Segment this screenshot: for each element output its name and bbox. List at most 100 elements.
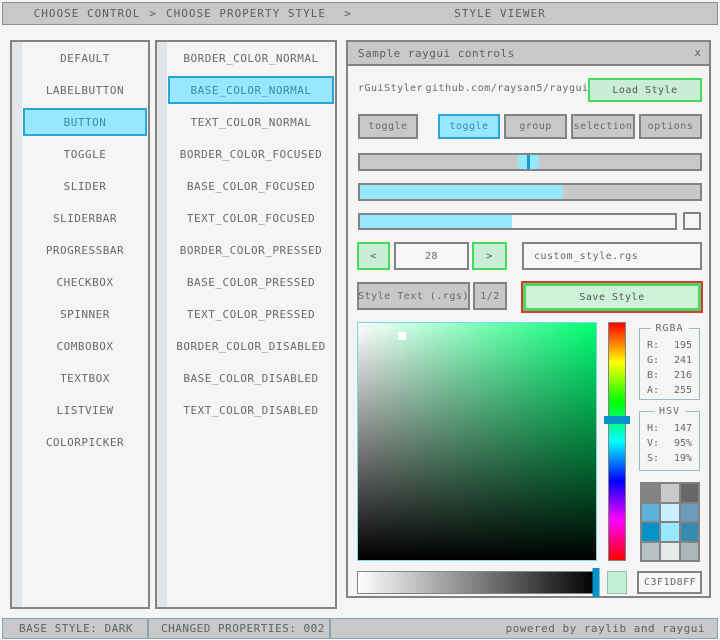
list-item[interactable]: LABELBUTTON bbox=[22, 74, 148, 106]
status-base-style: BASE STYLE: DARK bbox=[2, 618, 148, 639]
list-item[interactable]: TEXTBOX bbox=[22, 362, 148, 394]
current-color-swatch bbox=[607, 571, 627, 594]
page-indicator-button[interactable]: 1/2 bbox=[473, 282, 507, 310]
status-base-style-text: BASE STYLE: DARK bbox=[19, 622, 133, 635]
palette-cell bbox=[661, 543, 678, 561]
style-text-button[interactable]: Style Text (.rgs) bbox=[357, 282, 470, 310]
chevron-right-icon: > bbox=[149, 3, 157, 24]
spinner-increment-button[interactable]: > bbox=[472, 242, 507, 270]
controls-list: DEFAULT LABELBUTTON BUTTON TOGGLE SLIDER… bbox=[10, 40, 150, 609]
hsv-group-box: HSV H:147 V:95% S:19% bbox=[639, 411, 700, 471]
status-changed-text: CHANGED PROPERTIES: 002 bbox=[161, 622, 325, 635]
step-choose-property: CHOOSE PROPERTY STYLE bbox=[166, 3, 326, 24]
spinner-value[interactable]: 28 bbox=[394, 242, 469, 270]
list-item[interactable]: CHECKBOX bbox=[22, 266, 148, 298]
list-item[interactable]: TEXT_COLOR_NORMAL bbox=[167, 106, 335, 138]
color-picker-panel[interactable] bbox=[357, 322, 597, 561]
save-style-button[interactable]: Save Style bbox=[523, 283, 701, 311]
palette-cell bbox=[661, 484, 678, 502]
style-color-table bbox=[640, 482, 700, 562]
list-item[interactable]: BASE_COLOR_DISABLED bbox=[167, 362, 335, 394]
spinner-decrement-button[interactable]: < bbox=[357, 242, 390, 270]
palette-cell bbox=[642, 504, 659, 522]
hex-color-input[interactable]: C3F1D8FF bbox=[637, 571, 702, 594]
palette-cell bbox=[681, 484, 698, 502]
alpha-bar-handle[interactable] bbox=[593, 568, 600, 597]
list-item[interactable]: BASE_COLOR_PRESSED bbox=[167, 266, 335, 298]
list-item[interactable]: BASE_COLOR_FOCUSED bbox=[167, 170, 335, 202]
alpha-bar[interactable] bbox=[357, 571, 597, 594]
list-item[interactable]: SLIDER bbox=[22, 170, 148, 202]
scrollbar[interactable] bbox=[157, 42, 167, 607]
chevron-right-icon: > bbox=[344, 3, 352, 24]
slider-handle[interactable] bbox=[518, 155, 539, 169]
list-item[interactable]: TOGGLE bbox=[22, 138, 148, 170]
palette-cell bbox=[681, 523, 698, 541]
toggle-group-item[interactable]: group bbox=[504, 114, 567, 139]
hue-bar[interactable] bbox=[608, 322, 626, 561]
app-name-label: rGuiStyler bbox=[358, 83, 423, 94]
rgba-value: 241 bbox=[674, 353, 692, 368]
status-powered-text: powered by raylib and raygui bbox=[506, 622, 705, 635]
palette-cell bbox=[642, 484, 659, 502]
hsv-value: 19% bbox=[674, 451, 692, 466]
palette-cell bbox=[642, 523, 659, 541]
save-style-button-outline: Save Style bbox=[521, 281, 703, 313]
load-style-button[interactable]: Load Style bbox=[588, 78, 702, 102]
list-item-selected[interactable]: BUTTON bbox=[23, 108, 147, 136]
palette-cell bbox=[642, 543, 659, 561]
status-powered-by: powered by raylib and raygui bbox=[330, 618, 718, 639]
hsv-value: 147 bbox=[674, 421, 692, 436]
style-viewer-window: Sample raygui controls x rGuiStyler gith… bbox=[346, 40, 711, 598]
status-changed-properties: CHANGED PROPERTIES: 002 bbox=[148, 618, 330, 639]
properties-list: BORDER_COLOR_NORMAL BASE_COLOR_NORMAL TE… bbox=[155, 40, 337, 609]
list-item[interactable]: SLIDERBAR bbox=[22, 202, 148, 234]
rgba-label: G: bbox=[647, 353, 659, 368]
hue-bar-handle[interactable] bbox=[604, 416, 630, 424]
filename-input[interactable]: custom_style.rgs bbox=[522, 242, 702, 270]
slider-bar[interactable] bbox=[358, 183, 702, 201]
rgba-value: 216 bbox=[674, 368, 692, 383]
list-item[interactable]: BORDER_COLOR_PRESSED bbox=[167, 234, 335, 266]
scrollbar[interactable] bbox=[12, 42, 22, 607]
hsv-label: H: bbox=[647, 421, 659, 436]
list-item[interactable]: TEXT_COLOR_DISABLED bbox=[167, 394, 335, 426]
list-item[interactable]: TEXT_COLOR_FOCUSED bbox=[167, 202, 335, 234]
hsv-label: S: bbox=[647, 451, 659, 466]
list-item[interactable]: BORDER_COLOR_NORMAL bbox=[167, 42, 335, 74]
color-picker-cursor[interactable] bbox=[398, 332, 406, 340]
rgba-label: A: bbox=[647, 383, 659, 398]
toggle-group-item-active[interactable]: toggle bbox=[438, 114, 500, 139]
list-item[interactable]: LISTVIEW bbox=[22, 394, 148, 426]
slider-bar-fill bbox=[360, 185, 563, 199]
list-item[interactable]: SPINNER bbox=[22, 298, 148, 330]
window-titlebar[interactable]: Sample raygui controls x bbox=[348, 42, 709, 66]
rgba-group-box: RGBA R:195 G:241 B:216 A:255 bbox=[639, 328, 700, 400]
palette-cell bbox=[681, 543, 698, 561]
checkbox[interactable] bbox=[683, 212, 701, 230]
rgba-value: 195 bbox=[674, 338, 692, 353]
rgba-value: 255 bbox=[674, 383, 692, 398]
hsv-label: V: bbox=[647, 436, 659, 451]
list-item[interactable]: PROGRESSBAR bbox=[22, 234, 148, 266]
list-item[interactable]: BORDER_COLOR_FOCUSED bbox=[167, 138, 335, 170]
list-item[interactable]: BORDER_COLOR_DISABLED bbox=[167, 330, 335, 362]
rguistyler-app: CHOOSE CONTROL > CHOOSE PROPERTY STYLE >… bbox=[0, 0, 720, 640]
rgba-label: R: bbox=[647, 338, 659, 353]
list-item[interactable]: COMBOBOX bbox=[22, 330, 148, 362]
slider[interactable] bbox=[358, 153, 702, 171]
palette-cell bbox=[661, 504, 678, 522]
palette-cell bbox=[681, 504, 698, 522]
list-item-selected[interactable]: BASE_COLOR_NORMAL bbox=[168, 76, 334, 104]
hsv-title: HSV bbox=[654, 406, 685, 417]
toggle-button[interactable]: toggle bbox=[358, 114, 418, 139]
toggle-group-item[interactable]: options bbox=[639, 114, 702, 139]
window-title: Sample raygui controls bbox=[358, 47, 515, 60]
list-item[interactable]: COLORPICKER bbox=[22, 426, 148, 458]
close-icon[interactable]: x bbox=[694, 42, 701, 64]
toggle-group-item[interactable]: selection bbox=[571, 114, 635, 139]
step-choose-control: CHOOSE CONTROL bbox=[34, 3, 141, 24]
repo-label: github.com/raysan5/raygui bbox=[425, 83, 588, 94]
list-item[interactable]: DEFAULT bbox=[22, 42, 148, 74]
list-item[interactable]: TEXT_COLOR_PRESSED bbox=[167, 298, 335, 330]
